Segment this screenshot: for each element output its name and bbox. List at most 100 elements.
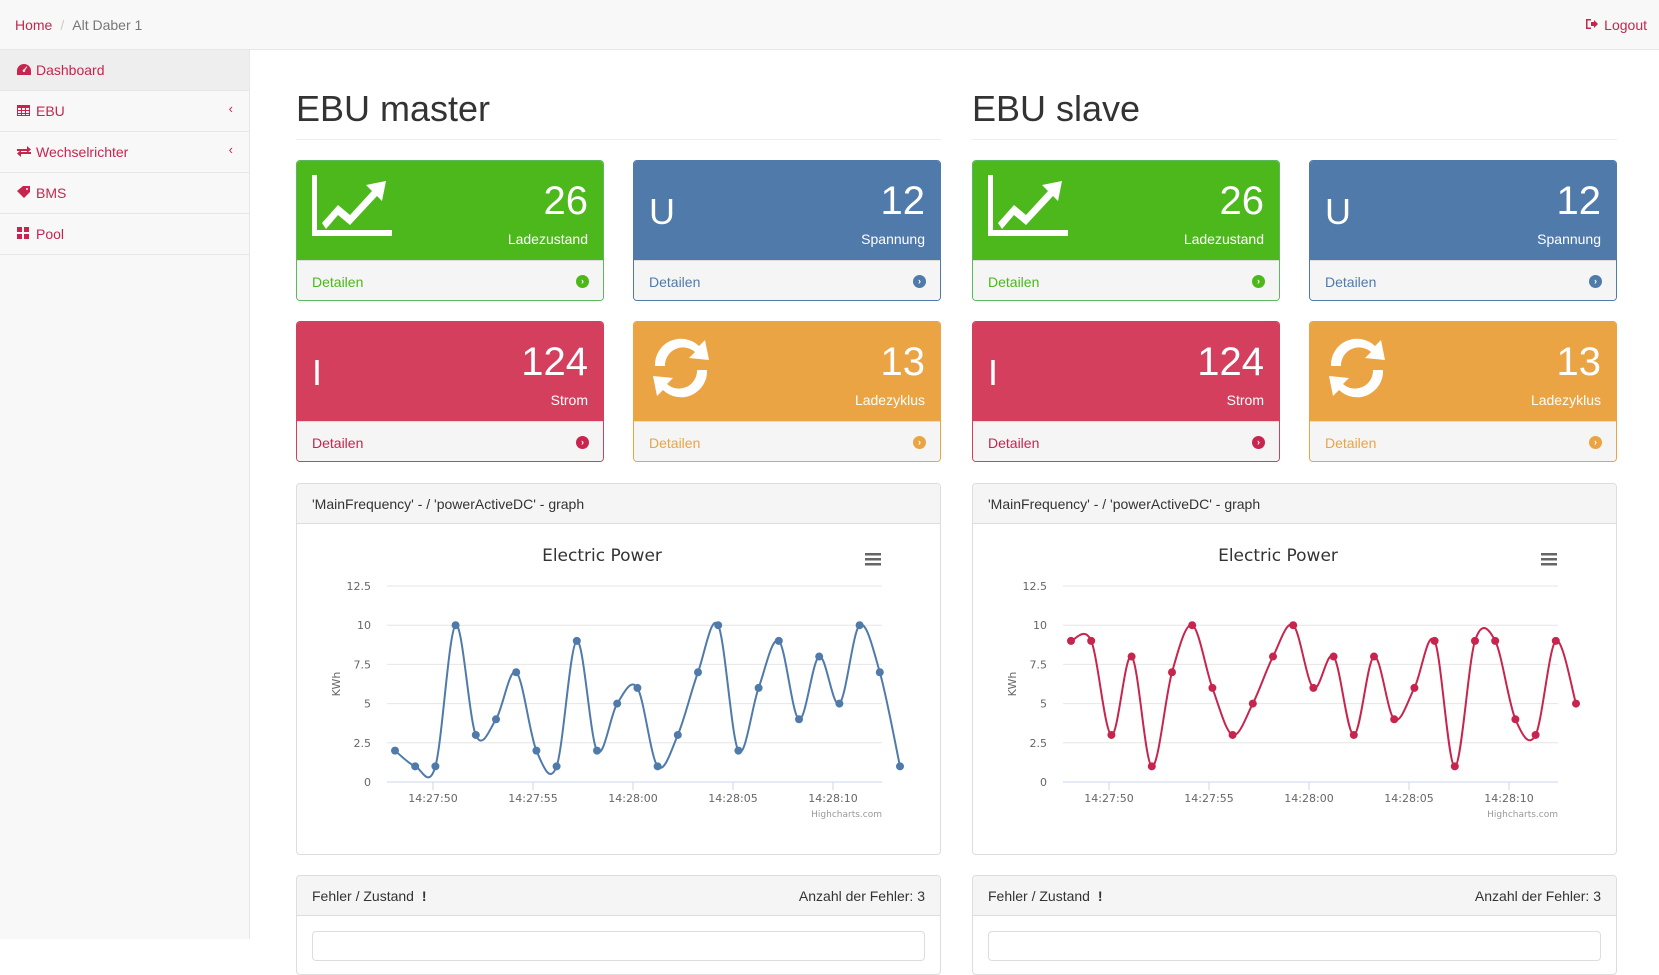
- data-point[interactable]: [1067, 636, 1075, 645]
- menu-icon[interactable]: [1541, 553, 1557, 566]
- errors-title: Fehler / Zustand: [988, 888, 1090, 904]
- data-point[interactable]: [512, 668, 521, 677]
- sidebar-item-label: Dashboard: [36, 62, 105, 78]
- data-point[interactable]: [1551, 636, 1560, 645]
- logout-link[interactable]: Logout: [1585, 17, 1647, 33]
- data-point[interactable]: [552, 762, 561, 771]
- x-tick-label: 14:28:00: [1284, 792, 1333, 805]
- card-details-link[interactable]: Detailen ›: [634, 260, 940, 300]
- data-point[interactable]: [1491, 636, 1500, 645]
- x-tick-label: 14:27:50: [408, 792, 457, 805]
- data-point[interactable]: [896, 762, 904, 771]
- data-point[interactable]: [1228, 730, 1237, 739]
- ebu-master-column: EBU master 26 Ladezustand Detailen › U 1…: [296, 50, 941, 975]
- line-chart-icon: [988, 175, 1068, 236]
- data-point[interactable]: [795, 715, 803, 724]
- data-point[interactable]: [653, 762, 662, 771]
- sidebar-item-ebu[interactable]: EBU ‹: [0, 91, 249, 132]
- data-point[interactable]: [1309, 683, 1318, 692]
- sidebar-item-dashboard[interactable]: Dashboard: [0, 50, 249, 91]
- data-point[interactable]: [391, 746, 399, 755]
- card-details-link[interactable]: Detailen ›: [297, 421, 603, 461]
- data-point[interactable]: [1450, 762, 1459, 771]
- data-point[interactable]: [613, 699, 622, 708]
- data-point[interactable]: [492, 715, 500, 724]
- exclamation-icon: !: [1097, 888, 1103, 904]
- y-tick-label: 5: [364, 698, 371, 711]
- data-point[interactable]: [1289, 621, 1298, 630]
- chart-title: Electric Power: [542, 546, 662, 566]
- details-label: Detailen: [312, 435, 364, 451]
- sidebar-item-wechselrichter[interactable]: Wechselrichter ‹: [0, 132, 249, 173]
- card-details-link[interactable]: Detailen ›: [1310, 260, 1616, 300]
- data-point[interactable]: [1390, 715, 1399, 724]
- chart-title: Electric Power: [1218, 546, 1338, 566]
- data-point[interactable]: [1087, 636, 1096, 645]
- details-label: Detailen: [988, 435, 1040, 451]
- card-details-link[interactable]: Detailen ›: [297, 260, 603, 300]
- errors-count: Anzahl der Fehler: 3: [798, 888, 925, 904]
- card-label: Ladezustand: [1183, 231, 1264, 247]
- data-point[interactable]: [1410, 683, 1419, 692]
- card-label: Spannung: [1537, 231, 1601, 247]
- card-label: Ladezyklus: [854, 392, 925, 408]
- chart-credit: Highcharts.com: [811, 810, 882, 820]
- data-point[interactable]: [673, 730, 682, 739]
- data-point[interactable]: [1147, 762, 1156, 771]
- data-point[interactable]: [1107, 730, 1116, 739]
- card-value: 124: [1197, 340, 1264, 384]
- data-point[interactable]: [694, 668, 702, 677]
- data-point[interactable]: [451, 621, 460, 630]
- menu-icon[interactable]: [865, 553, 881, 566]
- data-point[interactable]: [1168, 668, 1176, 677]
- data-point[interactable]: [572, 636, 581, 645]
- y-tick-label: 7.5: [354, 658, 372, 671]
- data-point[interactable]: [835, 699, 844, 708]
- data-point[interactable]: [734, 746, 743, 755]
- exchange-icon: [17, 146, 31, 160]
- data-point[interactable]: [1430, 636, 1439, 645]
- data-point[interactable]: [431, 762, 440, 771]
- y-tick-label: 0: [364, 776, 371, 789]
- data-point[interactable]: [774, 636, 783, 645]
- y-axis-label: KWh: [1006, 672, 1019, 697]
- sidebar-item-bms[interactable]: BMS: [0, 173, 249, 214]
- data-point[interactable]: [875, 668, 884, 677]
- data-point[interactable]: [1471, 636, 1479, 645]
- data-point[interactable]: [1531, 730, 1540, 739]
- refresh-icon: [1329, 338, 1385, 398]
- chevron-left-icon: ‹: [228, 142, 233, 157]
- card-details-link[interactable]: Detailen ›: [973, 260, 1279, 300]
- data-point[interactable]: [1127, 652, 1136, 661]
- details-label: Detailen: [312, 274, 364, 290]
- data-point[interactable]: [1572, 699, 1580, 708]
- card-details-link[interactable]: Detailen ›: [634, 421, 940, 461]
- exclamation-icon: !: [421, 888, 427, 904]
- data-point[interactable]: [1329, 652, 1338, 661]
- data-point[interactable]: [754, 683, 763, 692]
- data-point[interactable]: [1188, 621, 1197, 630]
- data-point[interactable]: [1349, 730, 1358, 739]
- data-point[interactable]: [411, 762, 420, 771]
- sidebar-item-pool[interactable]: Pool: [0, 214, 249, 255]
- x-tick-label: 14:27:50: [1084, 792, 1133, 805]
- data-point[interactable]: [1248, 699, 1257, 708]
- data-point[interactable]: [1269, 652, 1277, 661]
- breadcrumb-home-link[interactable]: Home: [15, 17, 52, 33]
- data-point[interactable]: [714, 621, 723, 630]
- data-point[interactable]: [633, 683, 642, 692]
- errors-panel: Fehler / Zustand ! Anzahl der Fehler: 3: [972, 875, 1617, 975]
- data-point[interactable]: [471, 730, 480, 739]
- card-details-link[interactable]: Detailen ›: [973, 421, 1279, 461]
- card-details-link[interactable]: Detailen ›: [1310, 421, 1616, 461]
- data-point[interactable]: [815, 652, 824, 661]
- card-header: 13 Ladezyklus: [634, 322, 940, 421]
- data-point[interactable]: [593, 746, 601, 755]
- data-point[interactable]: [532, 746, 541, 755]
- data-point[interactable]: [1511, 715, 1520, 724]
- data-point[interactable]: [855, 621, 864, 630]
- data-point[interactable]: [1208, 683, 1217, 692]
- data-point[interactable]: [1370, 652, 1378, 661]
- errors-panel-header: Fehler / Zustand ! Anzahl der Fehler: 3: [297, 876, 940, 916]
- ebu-slave-column: EBU slave 26 Ladezustand Detailen › U 12…: [972, 50, 1617, 975]
